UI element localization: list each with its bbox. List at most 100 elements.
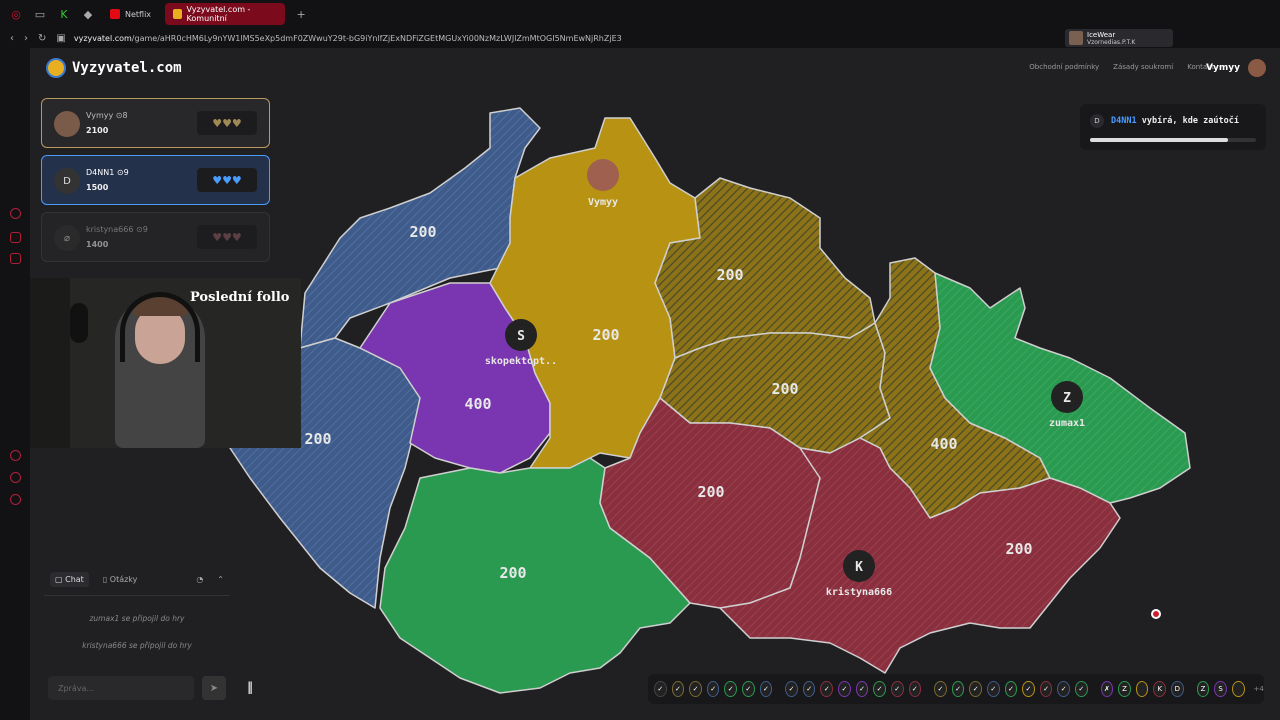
base-label: kristyna666 <box>826 586 892 598</box>
history-icon[interactable] <box>10 208 21 219</box>
player-card[interactable]: D D4NN1 ⊙9 1500 ♥♥♥ <box>41 155 270 205</box>
history-chip: ✓ <box>934 681 947 697</box>
chat-input[interactable]: Zpráva... <box>48 676 194 700</box>
url-domain: vyzyvatel.com <box>73 33 132 43</box>
tab-label: Vyzyvatel.com - Komunitní <box>186 5 251 23</box>
player-card[interactable]: ⌀ kristyna666 ⊙9 1400 ♥♥♥ <box>41 212 270 262</box>
history-chip: ✓ <box>671 681 685 697</box>
pause-icon[interactable]: ‖ <box>247 680 253 694</box>
hearts-icon: ♥♥♥ <box>197 225 257 249</box>
turn-indicator: D D4NN1 vybírá, kde zaútočí <box>1080 104 1266 150</box>
avatar <box>1069 31 1083 45</box>
bag-icon[interactable] <box>10 232 21 243</box>
messenger-icon[interactable] <box>10 472 21 483</box>
base-initial: S <box>517 329 525 344</box>
profile-sub: Vzornedias.P.T.K <box>1087 38 1136 46</box>
base-initial: K <box>855 560 863 575</box>
player-card[interactable]: Vymyy ⊙8 2100 ♥♥♥ <box>41 98 270 148</box>
address-bar: ‹ › ↻ ▣ vyzyvatel.com/game/aHR0cHM6Ly9nY… <box>0 28 1280 48</box>
base-avatar[interactable] <box>587 159 619 191</box>
clock-icon[interactable] <box>10 450 21 461</box>
browser-sidebar <box>0 48 30 720</box>
chat-message: zumax1 se připojil do hry <box>89 614 185 623</box>
region-value: 200 <box>409 223 436 241</box>
history-chip: ✓ <box>873 681 886 697</box>
history-chip: ✓ <box>1039 681 1053 697</box>
history-chip: K <box>1153 681 1167 697</box>
username: Vymyy <box>1206 63 1240 73</box>
region-value: 200 <box>592 326 619 344</box>
avatar <box>1248 59 1266 77</box>
back-icon[interactable]: ‹ <box>10 33 14 44</box>
chat-icon[interactable] <box>10 253 21 264</box>
tab-vyzyvatel[interactable]: Vyzyvatel.com - Komunitní <box>165 3 286 25</box>
history-chip: ✓ <box>838 681 851 697</box>
cursor-icon <box>1151 609 1161 619</box>
region-value: 200 <box>771 380 798 398</box>
chat-message: kristyna666 se připojil do hry <box>82 641 192 650</box>
tab-label: Netflix <box>125 9 152 19</box>
history-chip: ✓ <box>1004 681 1018 697</box>
avatar: D <box>1090 114 1104 128</box>
tab-netflix[interactable]: Netflix <box>102 3 159 25</box>
history-chip: ✓ <box>986 681 1000 697</box>
region-value: 200 <box>697 483 724 501</box>
opera-icon[interactable]: ◎ <box>8 6 24 22</box>
user-menu[interactable]: Vymyy <box>1206 59 1266 77</box>
region-value: 400 <box>930 435 957 453</box>
base-label: zumax1 <box>1049 418 1085 429</box>
profile-widget[interactable]: IceWear Vzornedias.P.T.K <box>1065 29 1173 47</box>
history-chip: Z <box>1118 681 1131 697</box>
history-more[interactable]: +4 <box>1254 685 1264 693</box>
link-privacy[interactable]: Zásady soukromí <box>1113 63 1173 71</box>
region-value: 200 <box>304 430 331 448</box>
history-chip: Z <box>1196 681 1210 697</box>
history-chip: ✓ <box>908 681 922 697</box>
region-value: 200 <box>499 564 526 582</box>
history-chip: ✓ <box>820 681 834 697</box>
history-chip: ✓ <box>785 681 798 697</box>
url-path: /game/aHR0cHM6Ly9nYW1lMS5eXp5dmF0ZWwuY29… <box>131 33 622 43</box>
history-chip: ✓ <box>890 681 904 697</box>
player-score: 1500 <box>86 183 109 192</box>
history-chip <box>1231 681 1245 697</box>
history-chip: ✓ <box>724 681 738 697</box>
hearts-icon: ♥♥♥ <box>197 168 257 192</box>
tabs-icon[interactable]: ▭ <box>32 6 48 22</box>
chat-tabs: ▢ Chat ▯ Otázky ◔ ⌃ <box>44 564 230 596</box>
game-page: 200 200 400 200 200 200 400 200 200 200 … <box>30 48 1280 720</box>
stream-overlay-text: Poslední follo <box>190 290 290 305</box>
history-chip: S <box>1214 681 1227 697</box>
history-chip: ✗ <box>1100 681 1114 697</box>
microphone-icon <box>70 303 88 343</box>
link-terms[interactable]: Obchodní podmínky <box>1029 63 1099 71</box>
reload-icon[interactable]: ↻ <box>38 33 46 44</box>
region-value: 200 <box>716 266 743 284</box>
history-chip: ✓ <box>1075 681 1088 697</box>
webcam-overlay: Poslední follo <box>30 278 301 448</box>
url-field[interactable]: vyzyvatel.com/game/aHR0cHM6Ly9nYW1lMS5eX… <box>74 34 622 43</box>
tab-chat[interactable]: ▢ Chat <box>50 572 89 587</box>
logo-icon <box>46 58 66 78</box>
bell-icon[interactable]: ◔ <box>196 575 203 584</box>
k-icon[interactable]: K <box>56 6 72 22</box>
base-initial: Z <box>1063 391 1071 406</box>
history-chip: ✓ <box>951 681 965 697</box>
history-chip: ✓ <box>759 681 773 697</box>
history-chip: ✓ <box>1022 681 1035 697</box>
shield-icon[interactable]: ◆ <box>80 6 96 22</box>
browser-tab-bar: ◎ ▭ K ◆ Netflix Vyzyvatel.com - Komunitn… <box>0 0 1280 28</box>
disconnected-icon: ⌀ <box>54 225 80 251</box>
forward-icon[interactable]: › <box>24 33 28 44</box>
logo-text: Vyzyvatel.com <box>72 60 182 76</box>
chevron-up-icon[interactable]: ⌃ <box>217 575 224 584</box>
send-button[interactable]: ➤ <box>202 676 226 700</box>
new-tab-button[interactable]: + <box>293 6 309 22</box>
tab-questions[interactable]: ▯ Otázky <box>103 575 138 584</box>
headset-icon <box>120 292 200 362</box>
avatar <box>54 111 80 137</box>
history-chip <box>1135 681 1149 697</box>
settings-icon[interactable] <box>10 494 21 505</box>
history-chip: D <box>1171 681 1184 697</box>
site-logo[interactable]: Vyzyvatel.com <box>46 58 182 78</box>
